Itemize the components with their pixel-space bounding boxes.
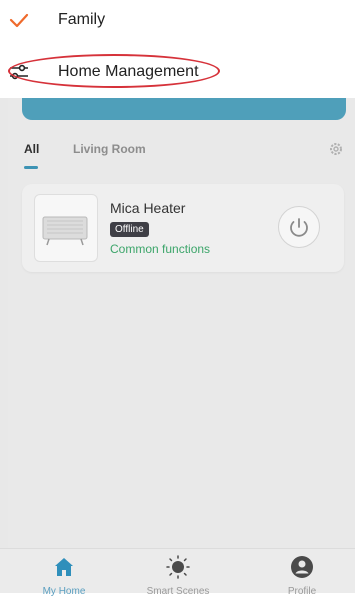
device-name: Mica Heater: [110, 200, 186, 216]
tab-smart-scenes[interactable]: Smart Scenes: [138, 549, 218, 597]
heater-image-icon: [42, 216, 88, 246]
home-page-panel: [8, 98, 355, 592]
tab-my-home[interactable]: My Home: [24, 549, 104, 597]
tab-all[interactable]: All: [24, 142, 39, 156]
home-icon: [55, 558, 73, 576]
device-card[interactable]: Mica Heater Offline Common functions: [22, 184, 344, 272]
weather-banner[interactable]: [22, 98, 346, 120]
tab-profile[interactable]: Profile: [262, 549, 342, 597]
common-functions-link[interactable]: Common functions: [110, 242, 210, 256]
device-thumbnail: [34, 194, 98, 262]
checkmark-icon: [9, 13, 29, 28]
tab-living-room[interactable]: Living Room: [73, 142, 146, 156]
gear-icon[interactable]: [328, 141, 344, 157]
menu-item-family[interactable]: Family: [0, 0, 355, 40]
sliders-icon: [10, 64, 28, 80]
menu-item-home-management-label: Home Management: [58, 63, 199, 80]
status-badge: Offline: [110, 222, 149, 237]
menu-item-home-management[interactable]: Home Management: [0, 52, 355, 92]
room-tabs: All Living Room: [0, 136, 355, 166]
menu-item-family-label: Family: [58, 11, 106, 28]
power-button[interactable]: [278, 206, 320, 248]
power-icon: [290, 218, 308, 237]
home-switch-menu: Family Home Management: [0, 0, 355, 98]
profile-icon: [291, 556, 313, 578]
bottom-tab-bar: My Home Smart Scenes Profile: [0, 548, 355, 597]
active-tab-indicator: [24, 166, 38, 169]
sun-icon: [166, 555, 190, 579]
home-page-background: [0, 98, 355, 592]
